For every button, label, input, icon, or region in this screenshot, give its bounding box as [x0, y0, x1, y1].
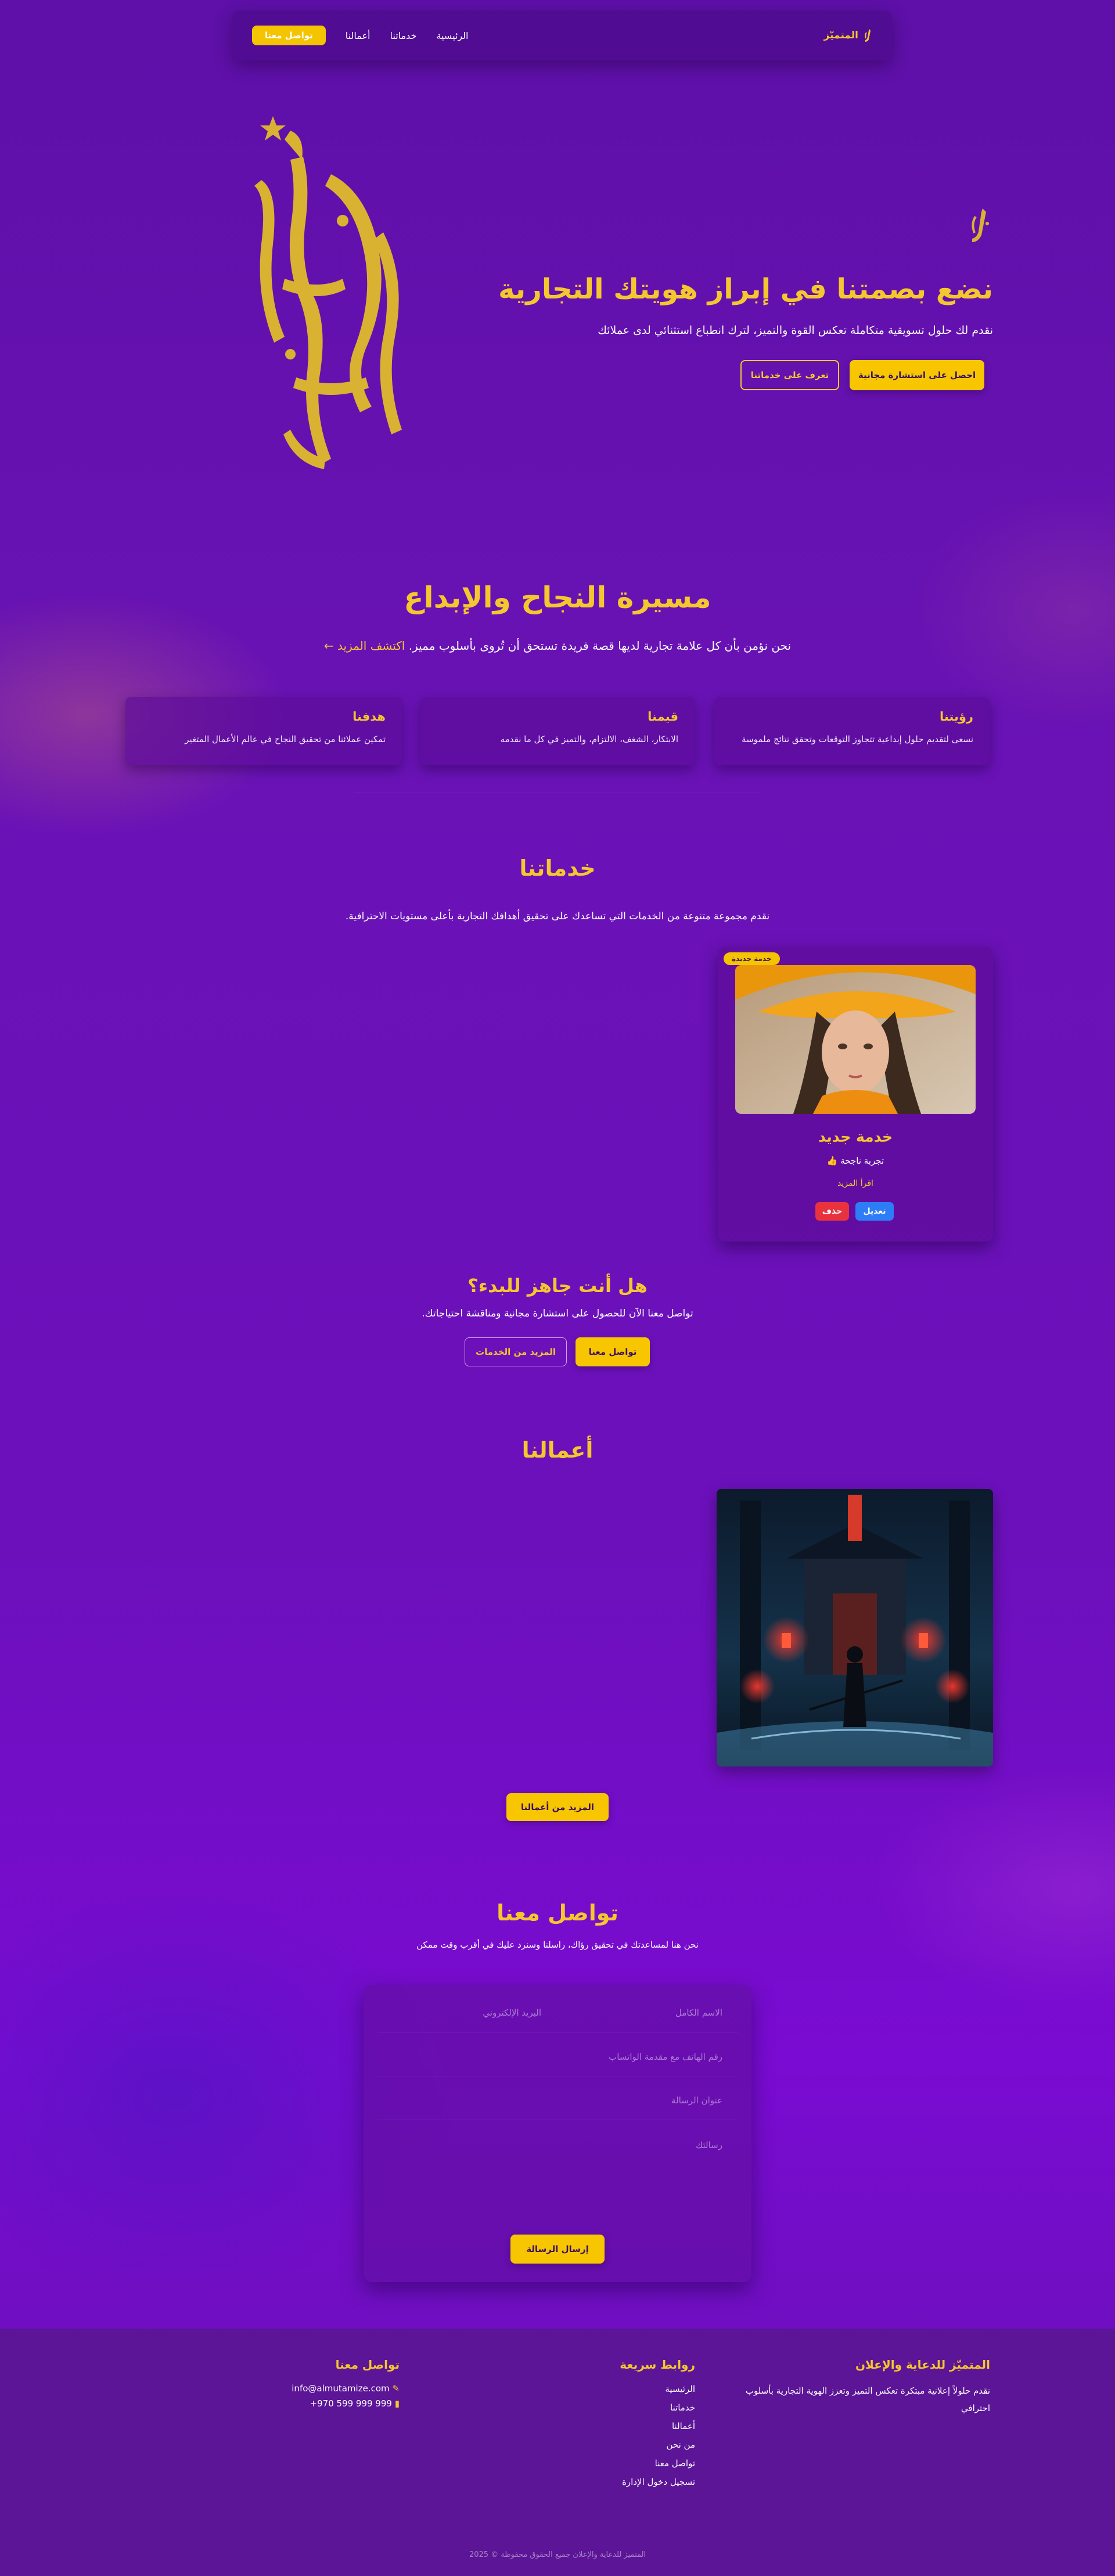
footer-phone-row: +970 599 999 999 ▮: [310, 2398, 400, 2409]
read-more-link[interactable]: اقرأ المزيد: [718, 1179, 993, 1188]
more-works-button[interactable]: المزيد من أعمالنا: [506, 1793, 609, 1821]
new-service-badge: خدمة جديدة: [724, 952, 780, 965]
value-card-text: الابتكار، الشغف، الالتزام، والتميز في كل…: [500, 734, 678, 744]
hero-calligraphy-logo: [254, 116, 402, 469]
value-card-title: رؤيتنا: [939, 710, 973, 724]
footer-about-text: نقدم حلولاً إعلانية مبتكرة تعكس التميز و…: [745, 2386, 990, 2413]
footer-phone[interactable]: +970 599 999 999: [310, 2398, 392, 2409]
journey-subtitle: نحن نؤمن بأن كل علامة تجارية لديها قصة ف…: [408, 639, 792, 653]
service-line: تجربة ناجحة 👍: [718, 1156, 993, 1166]
value-card-text: نسعى لتقديم حلول إبداعية تتجاوز التوقعات…: [742, 734, 973, 744]
brand-logo[interactable]: المتميّز: [824, 28, 872, 43]
send-message-button[interactable]: إرسال الرسالة: [510, 2235, 605, 2264]
service-image: [735, 965, 976, 1114]
footer-link-services[interactable]: خدماتنا: [670, 2402, 695, 2413]
arrow-left-icon: ←: [323, 639, 334, 653]
work-image[interactable]: [717, 1489, 993, 1766]
contact-title: تواصل معنا: [497, 1900, 618, 1926]
footer-about-title: المتميّز للدعاية والإعلان: [855, 2358, 990, 2372]
footer-link-contact[interactable]: تواصل معنا: [655, 2458, 695, 2469]
footer-email[interactable]: info@almutamize.com: [292, 2383, 389, 2394]
field-separator: [377, 2032, 738, 2033]
footer-link-admin-login[interactable]: تسجيل دخول الإدارة: [622, 2477, 695, 2487]
brand-name: المتميّز: [823, 30, 858, 41]
hero-subtitle: نقدم لك حلول تسويقية متكاملة تعكس القوة …: [598, 324, 993, 337]
edit-button[interactable]: تعديل: [855, 1202, 894, 1221]
footer-links-title: روابط سريعة: [620, 2358, 695, 2372]
calligraphy-logo-icon: [865, 29, 871, 42]
footer-email-row: info@almutamize.com ✎: [292, 2383, 400, 2394]
top-navbar: المتميّز الرئيسية خدماتنا أعمالنا تواصل …: [232, 10, 892, 60]
message-field[interactable]: رسالتك: [397, 2140, 722, 2150]
hero-title: نضع بصمتنا في إبراز هويتك التجارية: [498, 273, 993, 305]
works-title: أعمالنا: [521, 1437, 594, 1463]
cta-contact-button[interactable]: تواصل معنا: [576, 1337, 650, 1366]
nav-link-services[interactable]: خدماتنا: [390, 30, 417, 41]
nav-link-works[interactable]: أعمالنا: [346, 30, 371, 41]
subject-field[interactable]: عنوان الرسالة: [397, 2095, 722, 2106]
journey-title: مسيرة النجاح والإبداع: [404, 581, 711, 614]
cta-title: هل أنت جاهز للبدء؟: [467, 1275, 648, 1297]
cta-subtitle: تواصل معنا الآن للحصول على استشارة مجاني…: [422, 1308, 693, 1319]
nav-links: الرئيسية خدماتنا أعمالنا تواصل معنا: [252, 26, 469, 45]
discover-more-link[interactable]: اكتشف المزيد: [337, 639, 405, 653]
footer-link-about[interactable]: من نحن: [667, 2440, 696, 2450]
phone-field[interactable]: رقم الهاتف مع مقدمة الواتساب: [397, 2052, 722, 2062]
nav-contact-button[interactable]: تواصل معنا: [252, 26, 326, 45]
email-icon: ✎: [392, 2383, 400, 2394]
free-consultation-button[interactable]: احصل على استشارة مجانية: [850, 360, 984, 390]
value-card-title: قيمنا: [648, 710, 678, 724]
discover-services-button[interactable]: تعرف على خدماتنا: [740, 360, 839, 390]
journey-subtitle-row: نحن نؤمن بأن كل علامة تجارية لديها قصة ف…: [0, 639, 1115, 653]
footer-link-home[interactable]: الرئيسية: [665, 2384, 695, 2394]
delete-button[interactable]: حذف: [815, 1202, 849, 1221]
phone-icon: ▮: [394, 2398, 400, 2409]
more-services-button[interactable]: المزيد من الخدمات: [465, 1337, 567, 1366]
footer-link-works[interactable]: أعمالنا: [672, 2421, 695, 2431]
copyright: المتميز للدعاية والإعلان جميع الحقوق محف…: [469, 2550, 646, 2559]
value-card-values: قيمنا الابتكار، الشغف، الالتزام، والتميز…: [420, 697, 695, 765]
service-description: تجربة ناجحة: [840, 1156, 884, 1166]
value-card-goal: هدفنا تمكين عملائنا من تحقيق النجاح في ع…: [125, 697, 402, 765]
hero-small-logo-icon: [972, 208, 989, 242]
thumbs-up-icon: 👍: [826, 1156, 838, 1166]
services-title: خدماتنا: [519, 855, 596, 881]
name-field[interactable]: الاسم الكامل: [554, 2007, 722, 2018]
email-field[interactable]: البريد الإلكتروني: [373, 2007, 541, 2018]
contact-subtitle: نحن هنا لمساعدتك في تحقيق رؤاك، راسلنا و…: [416, 1940, 699, 1950]
nav-link-home[interactable]: الرئيسية: [436, 30, 468, 41]
value-card-vision: رؤيتنا نسعى لتقديم حلول إبداعية تتجاوز ا…: [714, 697, 990, 765]
value-card-text: تمكين عملائنا من تحقيق النجاح في عالم ال…: [185, 734, 386, 744]
value-card-title: هدفنا: [353, 710, 386, 724]
service-title: خدمة جديد: [818, 1128, 893, 1145]
footer-contact-title: تواصل معنا: [335, 2358, 400, 2372]
services-subtitle: نقدم مجموعة متنوعة من الخدمات التي تساعد…: [345, 911, 770, 922]
